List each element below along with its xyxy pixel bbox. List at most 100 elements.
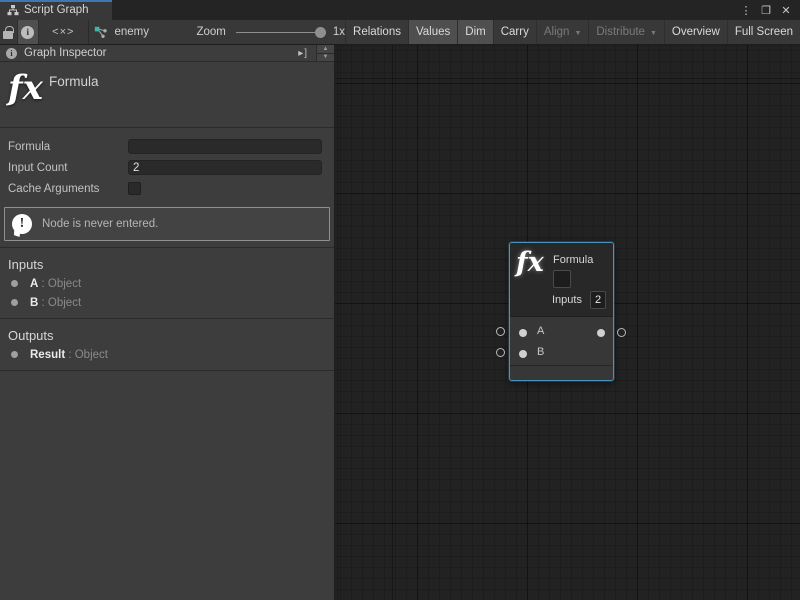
port-type: : Object <box>65 349 108 361</box>
port-dot-icon <box>11 351 18 358</box>
warning-text: Node is never entered. <box>42 218 158 230</box>
overview-button[interactable]: Overview <box>664 20 727 44</box>
graph-inspector-panel: i Graph Inspector ▸] ▲ ▼ fx Formula Form… <box>0 45 335 600</box>
input-port-row-b: B : Object <box>0 293 334 312</box>
graph-hierarchy-icon <box>7 5 19 16</box>
port-type: : Object <box>38 297 81 309</box>
input-count-field-row: Input Count <box>0 157 334 178</box>
port-dot-icon <box>11 280 18 287</box>
input-port-a-label: A <box>537 325 544 337</box>
tab-label: Script Graph <box>24 4 89 16</box>
outer-port-ring-output[interactable] <box>617 328 626 337</box>
values-label: Values <box>416 26 450 38</box>
chevron-down-icon: ▼ <box>574 30 581 37</box>
node-title-section: fx Formula <box>0 62 334 128</box>
code-view-button[interactable]: <×> <box>39 20 88 44</box>
close-icon[interactable]: ✕ <box>778 2 794 18</box>
inspector-node-title: Formula <box>49 74 99 89</box>
zoom-label: Zoom <box>196 26 225 38</box>
formula-field-row: Formula <box>0 136 334 157</box>
code-icon: <×> <box>52 26 74 38</box>
info-icon: i <box>6 48 17 59</box>
dim-button[interactable]: Dim <box>457 20 492 44</box>
port-name: B <box>30 297 38 309</box>
align-button[interactable]: Align ▼ <box>536 20 589 44</box>
kebab-menu-icon[interactable]: ⋮ <box>738 2 754 18</box>
full-screen-label: Full Screen <box>735 26 793 38</box>
active-tab-accent <box>0 0 112 2</box>
titlebar: Script Graph ⋮ ❐ ✕ <box>0 0 800 20</box>
carry-button[interactable]: Carry <box>493 20 536 44</box>
graph-canvas[interactable]: fx Formula Inputs 2 A B <box>335 45 800 600</box>
formula-node-footer <box>510 365 613 379</box>
input-count-input[interactable] <box>128 160 322 175</box>
formula-node-header[interactable]: fx Formula Inputs 2 <box>510 243 613 317</box>
node-title: Formula <box>553 254 593 266</box>
spinner-down-icon[interactable]: ▼ <box>317 54 334 62</box>
relations-button[interactable]: Relations <box>345 20 408 44</box>
formula-node[interactable]: fx Formula Inputs 2 A B <box>509 242 614 381</box>
maximize-icon[interactable]: ❐ <box>758 2 774 18</box>
info-icon: i <box>21 26 34 39</box>
distribute-label: Distribute <box>596 26 645 38</box>
spinner-up-icon[interactable]: ▲ <box>317 45 334 54</box>
input-port-a-icon[interactable] <box>519 329 527 337</box>
zoom-slider[interactable] <box>236 32 324 33</box>
panel-spinner: ▲ ▼ <box>316 45 334 61</box>
warning-icon: ! <box>12 214 32 234</box>
inspector-header: i Graph Inspector ▸] ▲ ▼ <box>0 45 334 62</box>
outer-port-ring-b[interactable] <box>496 348 505 357</box>
graph-toolbar: i <×> enemy Zoom 1x Relations Values Dim <box>0 20 800 45</box>
output-port-row-result: Result : Object <box>0 345 334 364</box>
dock-panel-icon[interactable]: ▸] <box>290 45 316 61</box>
divider <box>0 370 334 371</box>
breadcrumb[interactable]: enemy <box>88 20 170 44</box>
formula-node-body: A B <box>510 317 613 365</box>
inspector-header-label: Graph Inspector <box>24 47 106 59</box>
node-formula-input[interactable] <box>553 270 571 288</box>
lock-button[interactable] <box>0 20 17 44</box>
fx-icon: fx <box>516 247 544 278</box>
outputs-section-title: Outputs <box>0 319 334 345</box>
lock-icon <box>3 31 13 39</box>
window-controls: ⋮ ❐ ✕ <box>738 0 800 20</box>
fx-icon: fx <box>8 68 43 108</box>
node-input-count[interactable]: 2 <box>590 291 606 309</box>
toolbar-buttons: Relations Values Dim Carry Align ▼ Distr… <box>345 20 800 44</box>
relations-label: Relations <box>353 26 401 38</box>
inputs-section-title: Inputs <box>0 248 334 274</box>
carry-label: Carry <box>501 26 529 38</box>
tab-script-graph[interactable]: Script Graph <box>0 0 112 20</box>
outer-port-ring-a[interactable] <box>496 327 505 336</box>
port-name: A <box>30 278 38 290</box>
input-port-b-icon[interactable] <box>519 350 527 358</box>
zoom-control: Zoom 1x <box>196 20 345 44</box>
port-dot-icon <box>11 299 18 306</box>
node-inputs-label: Inputs <box>552 294 582 306</box>
input-port-b-label: B <box>537 346 544 358</box>
output-port-icon[interactable] <box>597 329 605 337</box>
distribute-button[interactable]: Distribute ▼ <box>588 20 664 44</box>
formula-input[interactable] <box>128 139 322 154</box>
input-count-label: Input Count <box>8 162 128 174</box>
inspector-toggle-button[interactable]: i <box>17 20 39 44</box>
port-type: : Object <box>38 278 81 290</box>
inspector-fields: Formula Input Count Cache Arguments <box>0 128 334 199</box>
cache-arguments-checkbox[interactable] <box>128 182 141 195</box>
breadcrumb-label: enemy <box>114 26 149 38</box>
full-screen-button[interactable]: Full Screen <box>727 20 800 44</box>
input-port-row-a: A : Object <box>0 274 334 293</box>
graph-breadcrumb-icon <box>94 26 108 39</box>
cache-arguments-field-row: Cache Arguments <box>0 178 334 199</box>
values-button[interactable]: Values <box>408 20 457 44</box>
formula-field-label: Formula <box>8 141 128 153</box>
cache-arguments-label: Cache Arguments <box>8 183 128 195</box>
chevron-down-icon: ▼ <box>650 30 657 37</box>
port-name: Result <box>30 349 65 361</box>
warning-box: ! Node is never entered. <box>4 207 330 241</box>
zoom-value: 1x <box>333 26 345 38</box>
dim-label: Dim <box>465 26 485 38</box>
overview-label: Overview <box>672 26 720 38</box>
zoom-slider-handle[interactable] <box>315 27 326 38</box>
align-label: Align <box>544 26 570 38</box>
